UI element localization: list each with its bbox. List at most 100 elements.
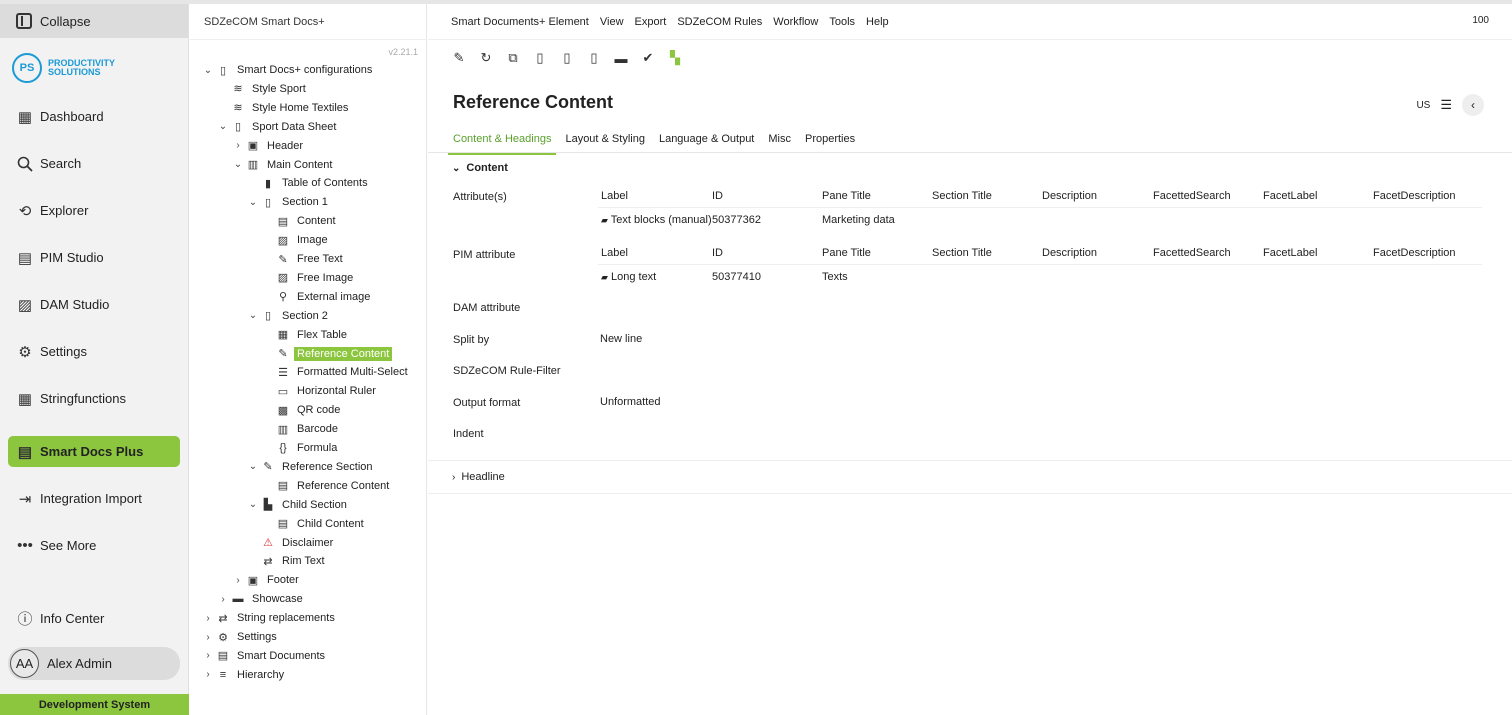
chevron-down-icon[interactable]: ⌄: [247, 310, 259, 321]
table-icon: ▦: [277, 329, 289, 342]
tree-node[interactable]: ☰ Formatted Multi-Select: [262, 363, 411, 381]
menu-workflow[interactable]: Workflow: [773, 16, 818, 28]
tab-content-headings[interactable]: Content & Headings: [448, 127, 557, 155]
pdf-icon: ▯: [219, 64, 227, 77]
tree-node[interactable]: ⌄ ▯ Sport Data Sheet: [217, 118, 339, 136]
nav-item-info-center[interactable]: ⓘ Info Center: [0, 595, 189, 642]
nav-item-search[interactable]: Search: [0, 140, 189, 187]
nav-item-dashboard[interactable]: ▦ Dashboard: [0, 93, 189, 140]
tree-node[interactable]: ✎ Free Text: [262, 250, 346, 268]
chevron-down-icon[interactable]: ⌄: [247, 197, 259, 208]
tab-layout-styling[interactable]: Layout & Styling: [560, 127, 650, 155]
image-icon: ▨: [17, 296, 33, 314]
copy-icon[interactable]: ⧉: [505, 50, 521, 66]
chevron-down-icon[interactable]: ⌄: [232, 159, 244, 170]
tree-node[interactable]: › ▣ Footer: [232, 571, 302, 589]
footer-icon: ▣: [247, 574, 259, 587]
nav-item-dam-studio[interactable]: ▨ DAM Studio: [0, 281, 189, 328]
menu-help[interactable]: Help: [866, 16, 889, 28]
chevron-down-icon[interactable]: ⌄: [247, 461, 259, 472]
preview-icon[interactable]: ▯: [559, 50, 575, 66]
tree-node[interactable]: ▦ Flex Table: [262, 326, 350, 344]
pdf-icon[interactable]: ▯: [532, 50, 548, 66]
tree-node[interactable]: ▥ Barcode: [262, 420, 341, 438]
nav-item-smart-docs-plus[interactable]: ▤ Smart Docs Plus: [8, 436, 180, 467]
tree-node[interactable]: ▮ Table of Contents: [247, 174, 371, 192]
nav-item-explorer[interactable]: ⟲ Explorer: [0, 187, 189, 234]
nav-item-integration-import[interactable]: ⇥ Integration Import: [0, 475, 189, 522]
chevron-down-icon[interactable]: ⌄: [217, 121, 229, 132]
tree-node[interactable]: ⌄ ▯ Section 1: [247, 193, 331, 211]
tree-node-label: Footer: [267, 574, 299, 587]
nav-item-pim-studio[interactable]: ▤ PIM Studio: [0, 234, 189, 281]
locale-selector[interactable]: US: [1416, 100, 1430, 111]
chevron-right-icon[interactable]: ›: [232, 575, 244, 586]
output-format-value[interactable]: Unformatted: [600, 396, 661, 408]
chevron-down-icon[interactable]: ⌄: [202, 65, 214, 76]
nav-item-stringfunctions[interactable]: ▦ Stringfunctions: [0, 375, 189, 422]
configuration-tree-panel: SDZeCOM Smart Docs+ v2.21.1 ⌄ ▯ Smart Docs…: [190, 4, 427, 715]
tab-language-output[interactable]: Language & Output: [654, 127, 759, 155]
tree-node[interactable]: ≋ Style Home Textiles: [217, 99, 351, 117]
edit-icon[interactable]: ✎: [451, 50, 467, 66]
chevron-left-icon[interactable]: ‹: [1462, 94, 1484, 116]
content-section-header[interactable]: ⌄ Content: [452, 162, 508, 174]
chevron-down-icon[interactable]: ⌄: [247, 499, 259, 510]
tree-node[interactable]: › ▣ Header: [232, 137, 306, 155]
table-row[interactable]: ▰ Text blocks (manual): [601, 214, 712, 226]
menu-sdzecom-rules[interactable]: SDZeCOM Rules: [677, 16, 762, 28]
tree-node[interactable]: › ▤ Smart Documents: [202, 647, 328, 665]
tree-node[interactable]: › ⇄ String replacements: [202, 609, 338, 627]
chevron-right-icon[interactable]: ›: [202, 669, 214, 680]
check-icon[interactable]: ✔: [640, 50, 656, 66]
chevron-right-icon[interactable]: ›: [232, 140, 244, 151]
tree-node[interactable]: ⌄ ▯ Smart Docs+ configurations: [202, 61, 375, 79]
user-profile[interactable]: AA Alex Admin: [8, 647, 180, 680]
workflow-icon[interactable]: ▚: [667, 50, 683, 66]
table-row[interactable]: ▰ Long text: [601, 271, 656, 283]
tree-node[interactable]: ▩ QR code: [262, 401, 343, 419]
tree-node[interactable]: ⇄ Rim Text: [247, 552, 328, 570]
tree-node[interactable]: {} Formula: [262, 439, 340, 457]
tree-node[interactable]: ▨ Free Image: [262, 269, 356, 287]
nav-item-settings[interactable]: ⚙ Settings: [0, 328, 189, 375]
collapse-button[interactable]: Collapse: [0, 4, 188, 38]
tree-node[interactable]: › ⚙ Settings: [202, 628, 280, 646]
chevron-right-icon[interactable]: ›: [202, 632, 214, 643]
tree-node[interactable]: › ≡ Hierarchy: [202, 666, 287, 684]
row-id: 50377362: [712, 214, 761, 226]
refresh-icon[interactable]: ↻: [478, 50, 494, 66]
nav-item-see-more[interactable]: ••• See More: [0, 522, 189, 569]
tree-node[interactable]: ▭ Horizontal Ruler: [262, 382, 379, 400]
headline-section-header[interactable]: › Headline: [452, 471, 505, 483]
tree-node[interactable]: ⚲ External image: [262, 288, 373, 306]
tree-node[interactable]: ▨ Image: [262, 231, 331, 249]
tree-node[interactable]: › ▬ Showcase: [217, 590, 306, 608]
avatar: AA: [10, 649, 39, 678]
menu-smart-documents-element[interactable]: Smart Documents+ Element: [451, 16, 589, 28]
tab-misc[interactable]: Misc: [763, 127, 796, 155]
split-by-value[interactable]: New line: [600, 333, 642, 345]
tree-node[interactable]: ⌄ ▙ Child Section: [247, 496, 350, 514]
menu-export[interactable]: Export: [635, 16, 667, 28]
tree-node-label: Free Image: [297, 271, 354, 284]
rim-text-icon: ⇄: [263, 555, 273, 568]
sliders-icon[interactable]: ☰: [1440, 97, 1452, 113]
menu-view[interactable]: View: [600, 16, 624, 28]
tree-node[interactable]: ▤ Content: [262, 212, 339, 230]
briefcase-icon[interactable]: ▬: [613, 50, 629, 66]
export-icon[interactable]: ▯: [586, 50, 602, 66]
menu-tools[interactable]: Tools: [829, 16, 855, 28]
tree-node[interactable]: ≋ Style Sport: [217, 80, 309, 98]
chevron-right-icon[interactable]: ›: [202, 650, 214, 661]
tree-node[interactable]: ⚠ Disclaimer: [247, 534, 336, 552]
tree-node[interactable]: ▤ Reference Content: [262, 477, 392, 495]
chevron-right-icon[interactable]: ›: [202, 613, 214, 624]
chevron-right-icon[interactable]: ›: [217, 594, 229, 605]
tab-properties[interactable]: Properties: [800, 127, 860, 155]
tree-node[interactable]: ⌄ ✎ Reference Section: [247, 458, 376, 476]
tree-node[interactable]: ⌄ ▥ Main Content: [232, 156, 335, 174]
tree-node[interactable]: ▤ Child Content: [262, 515, 367, 533]
tree-node[interactable]: ✎ Reference Content: [262, 345, 393, 363]
tree-node[interactable]: ⌄ ▯ Section 2: [247, 307, 331, 325]
